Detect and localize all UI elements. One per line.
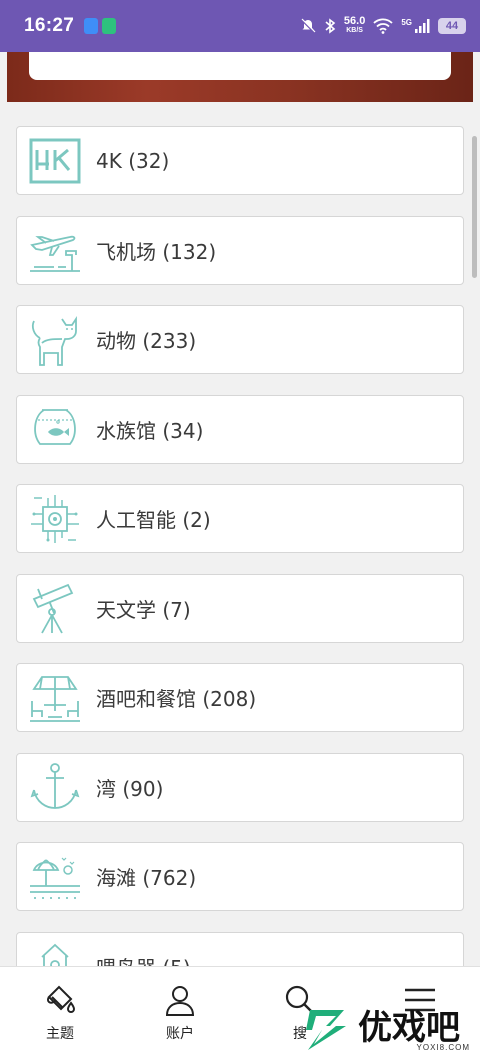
watermark-sub: YOXI8.COM (416, 1043, 470, 1052)
category-label: 人工智能 (2) (96, 508, 211, 532)
category-item-4k[interactable]: 4K (32) (16, 126, 464, 195)
cafe-table-icon (27, 670, 83, 726)
airplane-icon (27, 222, 83, 278)
nav-label: 账户 (166, 1026, 194, 1042)
status-bar: 16:27 56.0 KB/S 5G 44 (0, 0, 480, 52)
video-app-notification-icon (102, 18, 117, 34)
watermark: 优戏吧 YOXI8.COM (300, 1000, 478, 1056)
battery-indicator: 44 (438, 18, 466, 34)
category-item-bay[interactable]: 湾 (90) (16, 752, 464, 822)
app-notification-icon (84, 18, 99, 34)
category-item-animals[interactable]: 动物 (233) (16, 305, 464, 374)
signal-label: 5G (401, 17, 412, 27)
beach-icon (27, 849, 83, 905)
wifi-icon (373, 18, 393, 34)
category-list: 4K (32) 飞机场 (132) 动物 (233) 水族馆 (34) 人工智能… (16, 126, 464, 1021)
nav-themes[interactable]: 主题 (0, 967, 120, 1056)
anchor-icon (27, 759, 83, 815)
category-item-airport[interactable]: 飞机场 (132) (16, 215, 464, 285)
notification-icons (84, 18, 117, 34)
category-label: 酒吧和餐馆 (208) (96, 687, 257, 711)
category-label: 天文学 (7) (96, 597, 191, 622)
category-label: 湾 (90) (96, 776, 164, 801)
fishbowl-icon (27, 401, 83, 457)
signal-icon (415, 19, 430, 33)
status-time: 16:27 (24, 15, 75, 36)
category-label: 动物 (233) (96, 329, 197, 353)
watermark-logo-icon (306, 1010, 346, 1050)
user-icon (165, 986, 195, 1016)
bluetooth-icon (325, 18, 336, 34)
category-label: 水族馆 (34) (96, 418, 204, 443)
category-label: 飞机场 (132) (96, 239, 217, 264)
network-speed: 56.0 KB/S (343, 15, 366, 35)
category-label: 海滩 (762) (96, 866, 197, 890)
cat-icon (27, 312, 83, 368)
category-item-beach[interactable]: 海滩 (762) (16, 842, 464, 911)
category-item-aquarium[interactable]: 水族馆 (34) (16, 394, 464, 464)
chip-icon (27, 491, 83, 547)
category-label: 4K (32) (96, 148, 170, 173)
scrollbar[interactable] (472, 136, 477, 278)
nav-label: 主题 (46, 1026, 74, 1042)
mute-bell-icon (301, 18, 316, 33)
banner-card (29, 52, 451, 80)
category-item-ai[interactable]: 人工智能 (2) (16, 484, 464, 553)
category-item-astronomy[interactable]: 天文学 (7) (16, 573, 464, 643)
category-item-bars-restaurants[interactable]: 酒吧和餐馆 (208) (16, 663, 464, 732)
telescope-icon (27, 580, 83, 636)
4k-icon (27, 133, 83, 189)
paint-bucket-icon (46, 985, 76, 1013)
nav-account[interactable]: 账户 (120, 967, 240, 1056)
watermark-text: 优戏吧 (358, 1008, 460, 1048)
featured-banner[interactable] (7, 52, 473, 102)
